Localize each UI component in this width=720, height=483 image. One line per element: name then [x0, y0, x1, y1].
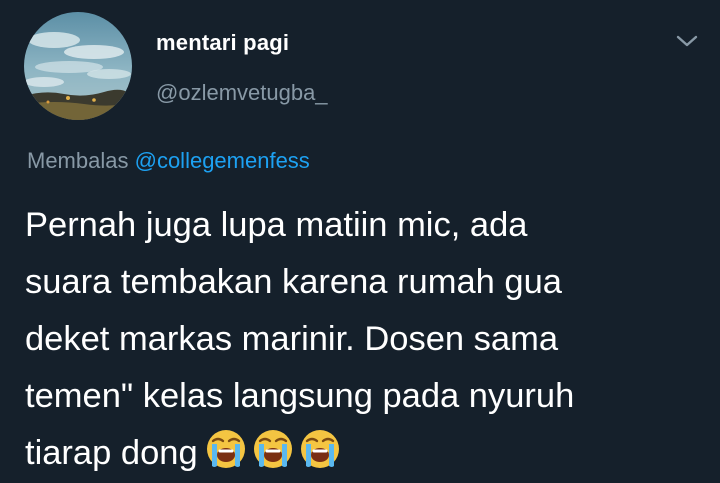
chevron-down-icon[interactable]	[674, 30, 700, 52]
loudly-crying-face-icon	[204, 426, 248, 470]
reply-context: Membalas @collegemenfess	[27, 148, 310, 174]
user-handle[interactable]: @ozlemvetugba_	[156, 80, 328, 106]
tweet-text-line: Pernah juga lupa matiin mic, ada	[25, 206, 528, 244]
tweet-text-line: temen" kelas langsung pada nyuruh	[25, 377, 575, 415]
emoji-group	[204, 426, 345, 483]
loudly-crying-face-icon	[298, 426, 342, 470]
display-name[interactable]: mentari pagi	[156, 30, 289, 56]
tweet-text-line: tiarap dong	[25, 434, 198, 472]
reply-prefix: Membalas	[27, 148, 129, 173]
reply-mention-link[interactable]: @collegemenfess	[135, 148, 310, 173]
tweet-text: Pernah juga lupa matiin mic, ada suara t…	[25, 197, 705, 483]
loudly-crying-face-icon	[251, 426, 295, 470]
avatar-image	[24, 12, 132, 120]
tweet-text-line-last: tiarap dong	[25, 425, 705, 483]
avatar[interactable]	[24, 12, 132, 120]
tweet-text-line: suara tembakan karena rumah gua	[25, 263, 562, 301]
tweet-text-line: deket markas marinir. Dosen sama	[25, 320, 559, 358]
tweet-card: mentari pagi @ozlemvetugba_ Membalas @co…	[0, 0, 720, 483]
